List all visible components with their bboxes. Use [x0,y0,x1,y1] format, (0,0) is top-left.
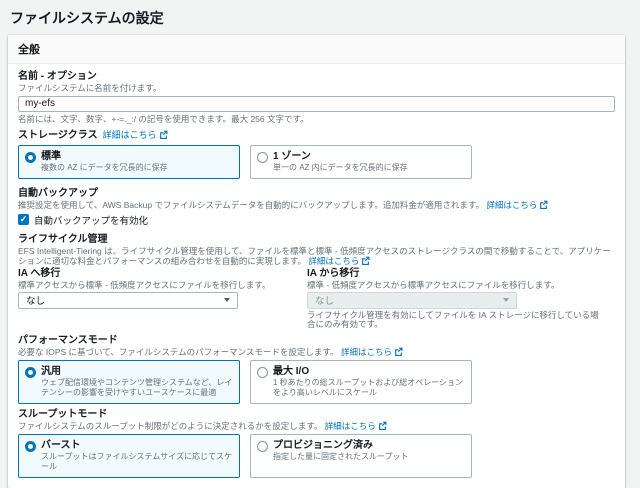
transition-into-ia-field: IA へ移行 標準アクセスから標準 - 低頻度アクセスにファイルを移行します。 … [18,268,307,330]
throughput-info-link[interactable]: 詳細はこちら [325,421,387,431]
out-of-ia-desc: 標準 - 低頻度アクセスから標準アクセスにファイルを移行します。 [307,279,560,290]
performance-desc: 必要な IOPS に基づいて、ファイルシステムのパフォーマンスモードを設定します… [18,347,615,357]
lifecycle-label: ライフサイクル管理 [18,233,108,245]
general-purpose-label: 汎用 [41,365,61,377]
radio-unselected-icon[interactable] [257,151,268,163]
general-purpose-desc: ウェブ配信環境やコンテンツ管理システムなど、レイテンシーの影響を受けやすいユース… [41,377,233,397]
performance-mode-section: パフォーマンスモード 必要な IOPS に基づいて、ファイルシステムのパフォーマ… [18,334,615,404]
storage-one-zone-desc: 単一の AZ 内にデータを冗長的に保存 [273,162,408,172]
into-ia-selected-value: なし [26,296,46,307]
backup-label: 自動バックアップ [18,187,98,199]
backup-section: 自動バックアップ 推奨設定を使用して、AWS Backup でファイルシステムデ… [18,187,615,227]
throughput-label: スループットモード [18,408,108,420]
radio-unselected-icon[interactable] [257,440,268,452]
performance-option-general-purpose[interactable]: 汎用 ウェブ配信環境やコンテンツ管理システムなど、レイテンシーの影響を受けやすい… [18,359,240,404]
performance-option-max-io[interactable]: 最大 I/O 1 秒あたりの総スループットおよび総オペレーションをより高いレベル… [250,359,472,404]
bursting-desc: スループットはファイルシステムサイズに応じてスケール [41,451,233,471]
storage-class-section: ストレージクラス 詳細はこちら 標準 複数の AZ にデータを冗長的に保存 1 … [18,129,615,179]
max-io-desc: 1 秒あたりの総スループットおよび総オペレーションをより高いレベルにスケール [273,377,464,397]
throughput-desc: ファイルシステムのスループット制限がどのように決定されるかを設定します。 詳細は… [18,421,615,431]
provisioned-label: プロビジョニング済み [273,439,373,451]
name-desc: ファイルシステムに名前を付けます。 [18,83,162,93]
performance-info-link[interactable]: 詳細はこちら [341,347,403,357]
storage-option-standard[interactable]: 標準 複数の AZ にデータを冗長的に保存 [18,144,240,179]
storage-option-one-zone[interactable]: 1 ゾーン 単一の AZ 内にデータを冗長的に保存 [250,144,472,179]
panel-body: 名前 - オプション ファイルシステムに名前を付けます。 名前には、文字、数字、… [8,64,625,488]
name-hint: 名前には、文字、数字、+-=._:/ の記号を使用できます。最大 256 文字で… [18,113,309,124]
external-link-icon [362,256,370,265]
storage-one-zone-label: 1 ゾーン [273,150,311,162]
backup-desc: 推奨設定を使用して、AWS Backup でファイルシステムデータを自動的にバッ… [18,200,615,210]
panel-header: 全般 [8,35,625,64]
lifecycle-info-link[interactable]: 詳細はこちら [308,256,370,266]
storage-class-label: ストレージクラス [18,129,98,141]
efs-file-system-settings-page: { "page": { "title": "ファイルシステムの設定" }, "p… [0,0,640,488]
enable-backup-label: 自動バックアップを有効化 [34,215,149,227]
out-of-ia-note: ライフサイクル管理を有効にしてファイルを IA ストレージに移行している場合にの… [307,309,599,329]
lifecycle-desc: EFS Intelligent-Tiering は、ライフサイクル管理を使用して… [18,245,611,266]
name-label: 名前 - オプション [18,71,97,82]
backup-info-link[interactable]: 詳細はこちら [486,200,548,210]
storage-class-info-link[interactable]: 詳細はこちら [103,129,168,142]
name-section: 名前 - オプション ファイルシステムに名前を付けます。 名前には、文字、数字、… [18,70,615,124]
radio-selected-icon[interactable] [25,151,36,163]
external-link-icon [395,347,403,356]
storage-standard-label: 標準 [41,150,61,162]
into-ia-desc: 標準アクセスから標準 - 低頻度アクセスにファイルを移行します。 [18,279,271,290]
external-link-icon [378,421,387,430]
into-ia-label: IA へ移行 [18,267,61,279]
performance-label: パフォーマンスモード [18,334,118,346]
max-io-label: 最大 I/O [273,365,310,377]
chevron-down-icon [224,298,230,302]
throughput-option-provisioned[interactable]: プロビジョニング済み 指定した量に固定されたスループット [250,433,472,478]
external-link-icon [540,200,548,209]
out-of-ia-select-disabled: なし [307,291,517,309]
radio-selected-icon[interactable] [25,366,36,378]
external-link-icon [159,130,168,139]
out-of-ia-selected-value: なし [315,296,335,307]
name-input[interactable] [18,95,615,112]
enable-backup-checkbox-row[interactable]: ✓ 自動バックアップを有効化 [18,213,615,227]
out-of-ia-label: IA から移行 [307,267,360,279]
radio-unselected-icon[interactable] [257,366,268,378]
general-settings-panel: 全般 名前 - オプション ファイルシステムに名前を付けます。 名前には、文字、… [8,35,625,488]
throughput-option-bursting[interactable]: バースト スループットはファイルシステムサイズに応じてスケール [18,433,240,478]
bursting-label: バースト [41,439,81,451]
lifecycle-section: ライフサイクル管理 EFS Intelligent-Tiering は、ライフサ… [18,233,615,330]
provisioned-desc: 指定した量に固定されたスループット [273,451,409,461]
into-ia-select[interactable]: なし [18,291,238,309]
throughput-mode-section: スループットモード ファイルシステムのスループット制限がどのように決定されるかを… [18,408,615,478]
page-title: ファイルシステムの設定 [10,10,164,26]
storage-standard-desc: 複数の AZ にデータを冗長的に保存 [41,162,168,172]
checkbox-checked-icon[interactable]: ✓ [18,214,29,225]
chevron-down-icon [503,298,509,302]
transition-out-of-ia-field: IA から移行 標準 - 低頻度アクセスから標準アクセスにファイルを移行します。… [307,268,615,330]
radio-selected-icon[interactable] [25,440,36,452]
